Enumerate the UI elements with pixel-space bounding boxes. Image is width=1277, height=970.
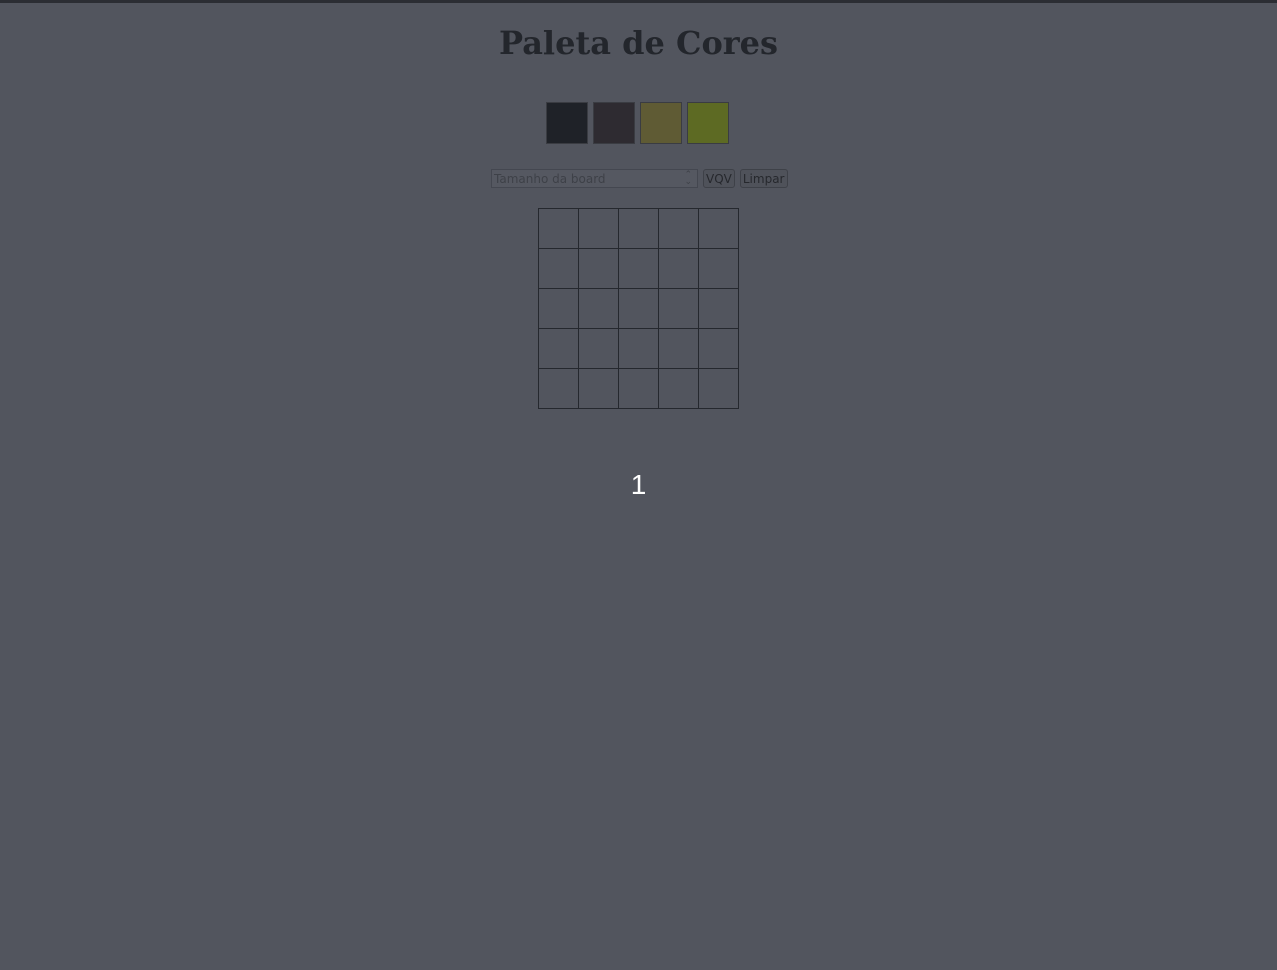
palette-color-2[interactable] bbox=[593, 102, 635, 144]
board-size-placeholder: Tamanho da board bbox=[494, 171, 606, 186]
pixel-cell[interactable] bbox=[618, 288, 659, 329]
pixel-cell[interactable] bbox=[538, 208, 579, 249]
pixel-cell[interactable] bbox=[578, 288, 619, 329]
board-controls: Tamanho da board ⌃ ⌄ VQV Limpar bbox=[491, 169, 788, 188]
spinner-icon[interactable]: ⌃ ⌄ bbox=[684, 170, 692, 186]
board-size-input[interactable]: Tamanho da board ⌃ ⌄ bbox=[491, 169, 698, 188]
pixel-cell[interactable] bbox=[698, 368, 739, 409]
pixel-cell[interactable] bbox=[618, 248, 659, 289]
pixel-cell[interactable] bbox=[658, 288, 699, 329]
pixel-cell[interactable] bbox=[618, 368, 659, 409]
top-border bbox=[0, 0, 1277, 3]
pixel-cell[interactable] bbox=[658, 248, 699, 289]
vqv-button[interactable]: VQV bbox=[703, 169, 735, 188]
pixel-cell[interactable] bbox=[618, 328, 659, 369]
color-palette bbox=[546, 102, 729, 144]
pixel-cell[interactable] bbox=[578, 208, 619, 249]
palette-color-3[interactable] bbox=[640, 102, 682, 144]
pixel-cell[interactable] bbox=[538, 328, 579, 369]
pixel-cell[interactable] bbox=[658, 368, 699, 409]
pixel-board bbox=[538, 208, 739, 409]
pixel-cell[interactable] bbox=[698, 288, 739, 329]
pixel-cell[interactable] bbox=[698, 208, 739, 249]
pixel-cell[interactable] bbox=[578, 368, 619, 409]
pixel-cell[interactable] bbox=[578, 328, 619, 369]
pixel-cell[interactable] bbox=[658, 328, 699, 369]
pixel-cell[interactable] bbox=[538, 288, 579, 329]
pixel-cell[interactable] bbox=[538, 368, 579, 409]
pixel-cell[interactable] bbox=[618, 208, 659, 249]
pixel-cell[interactable] bbox=[578, 248, 619, 289]
pixel-cell[interactable] bbox=[698, 248, 739, 289]
palette-color-4[interactable] bbox=[687, 102, 729, 144]
clear-board-button[interactable]: Limpar bbox=[739, 169, 788, 188]
counter-value: 1 bbox=[630, 469, 647, 500]
page-title: Paleta de Cores bbox=[498, 24, 779, 62]
pixel-cell[interactable] bbox=[658, 208, 699, 249]
page: Paleta de Cores Tamanho da board ⌃ ⌄ VQV … bbox=[0, 0, 1277, 970]
palette-color-1[interactable] bbox=[546, 102, 588, 144]
pixel-cell[interactable] bbox=[538, 248, 579, 289]
pixel-cell[interactable] bbox=[698, 328, 739, 369]
